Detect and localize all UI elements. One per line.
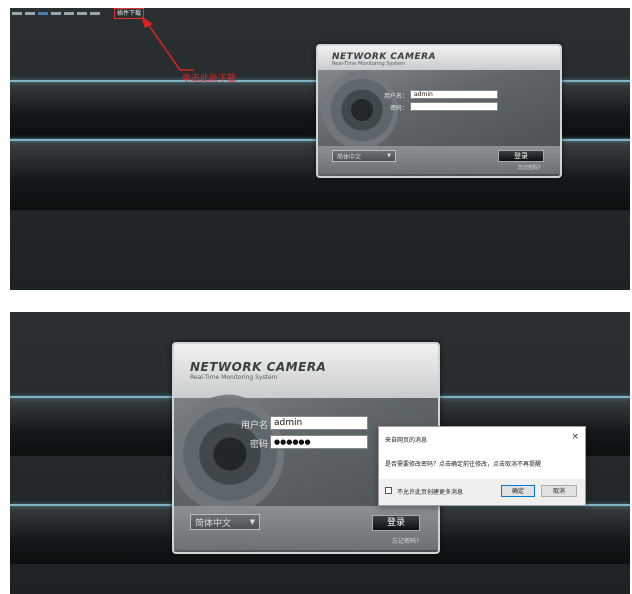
cancel-button[interactable]: 取消 [541, 485, 577, 497]
login-dialog: NETWORK CAMERA Real-Time Monitoring Syst… [316, 44, 562, 178]
username-input[interactable]: admin [410, 90, 498, 99]
brand-tagline: Real-Time Monitoring System [332, 61, 405, 67]
language-select[interactable]: 简体中文 ▼ [332, 150, 396, 162]
message-text: 是否需要修改密码？点击确定前往修改，点击取消不再提醒 [385, 461, 542, 468]
chevron-down-icon: ▼ [249, 518, 255, 526]
message-footer: 不允许此页创建更多消息 确定 取消 [379, 479, 585, 505]
login-button[interactable]: 登录 [498, 150, 544, 162]
password-label: 密码 [249, 440, 268, 450]
bottom-screenshot: NETWORK CAMERA Real-Time Monitoring Syst… [10, 312, 630, 594]
password-input[interactable] [410, 102, 498, 111]
forgot-password-link[interactable]: 忘记密码? [518, 164, 541, 171]
username-label: 用户名： [383, 93, 408, 100]
language-select[interactable]: 简体中文 ▼ [190, 514, 260, 530]
language-value: 简体中文 [195, 518, 232, 529]
username-input[interactable]: admin [270, 416, 368, 430]
message-title: 来自网页的消息 [385, 437, 428, 444]
suppress-checkbox-label: 不允许此页创建更多消息 [397, 489, 464, 496]
password-label: 密码： [389, 105, 408, 112]
top-screenshot: 插件下载 单击此处下载 NETWORK CAMERA Real-Time Mon… [10, 8, 630, 290]
chevron-down-icon: ▼ [387, 153, 391, 159]
suppress-checkbox[interactable] [385, 487, 392, 494]
password-input[interactable]: ●●●●●● [270, 435, 368, 449]
language-value: 简体中文 [337, 153, 362, 161]
ok-button[interactable]: 确定 [501, 485, 535, 497]
annotation-text: 单击此处下载 [182, 74, 237, 84]
browser-message-box: 来自网页的消息 × 是否需要修改密码？点击确定前往修改，点击取消不再提醒 不允许… [378, 426, 586, 506]
forgot-password-link[interactable]: 忘记密码? [392, 536, 419, 545]
login-button[interactable]: 登录 [372, 515, 420, 531]
username-label: 用户名 [240, 421, 268, 431]
brand-tagline: Real-Time Monitoring System [190, 374, 278, 381]
brand-title: NETWORK CAMERA [190, 360, 327, 374]
camera-lens-icon [174, 394, 284, 514]
close-icon[interactable]: × [571, 432, 579, 442]
